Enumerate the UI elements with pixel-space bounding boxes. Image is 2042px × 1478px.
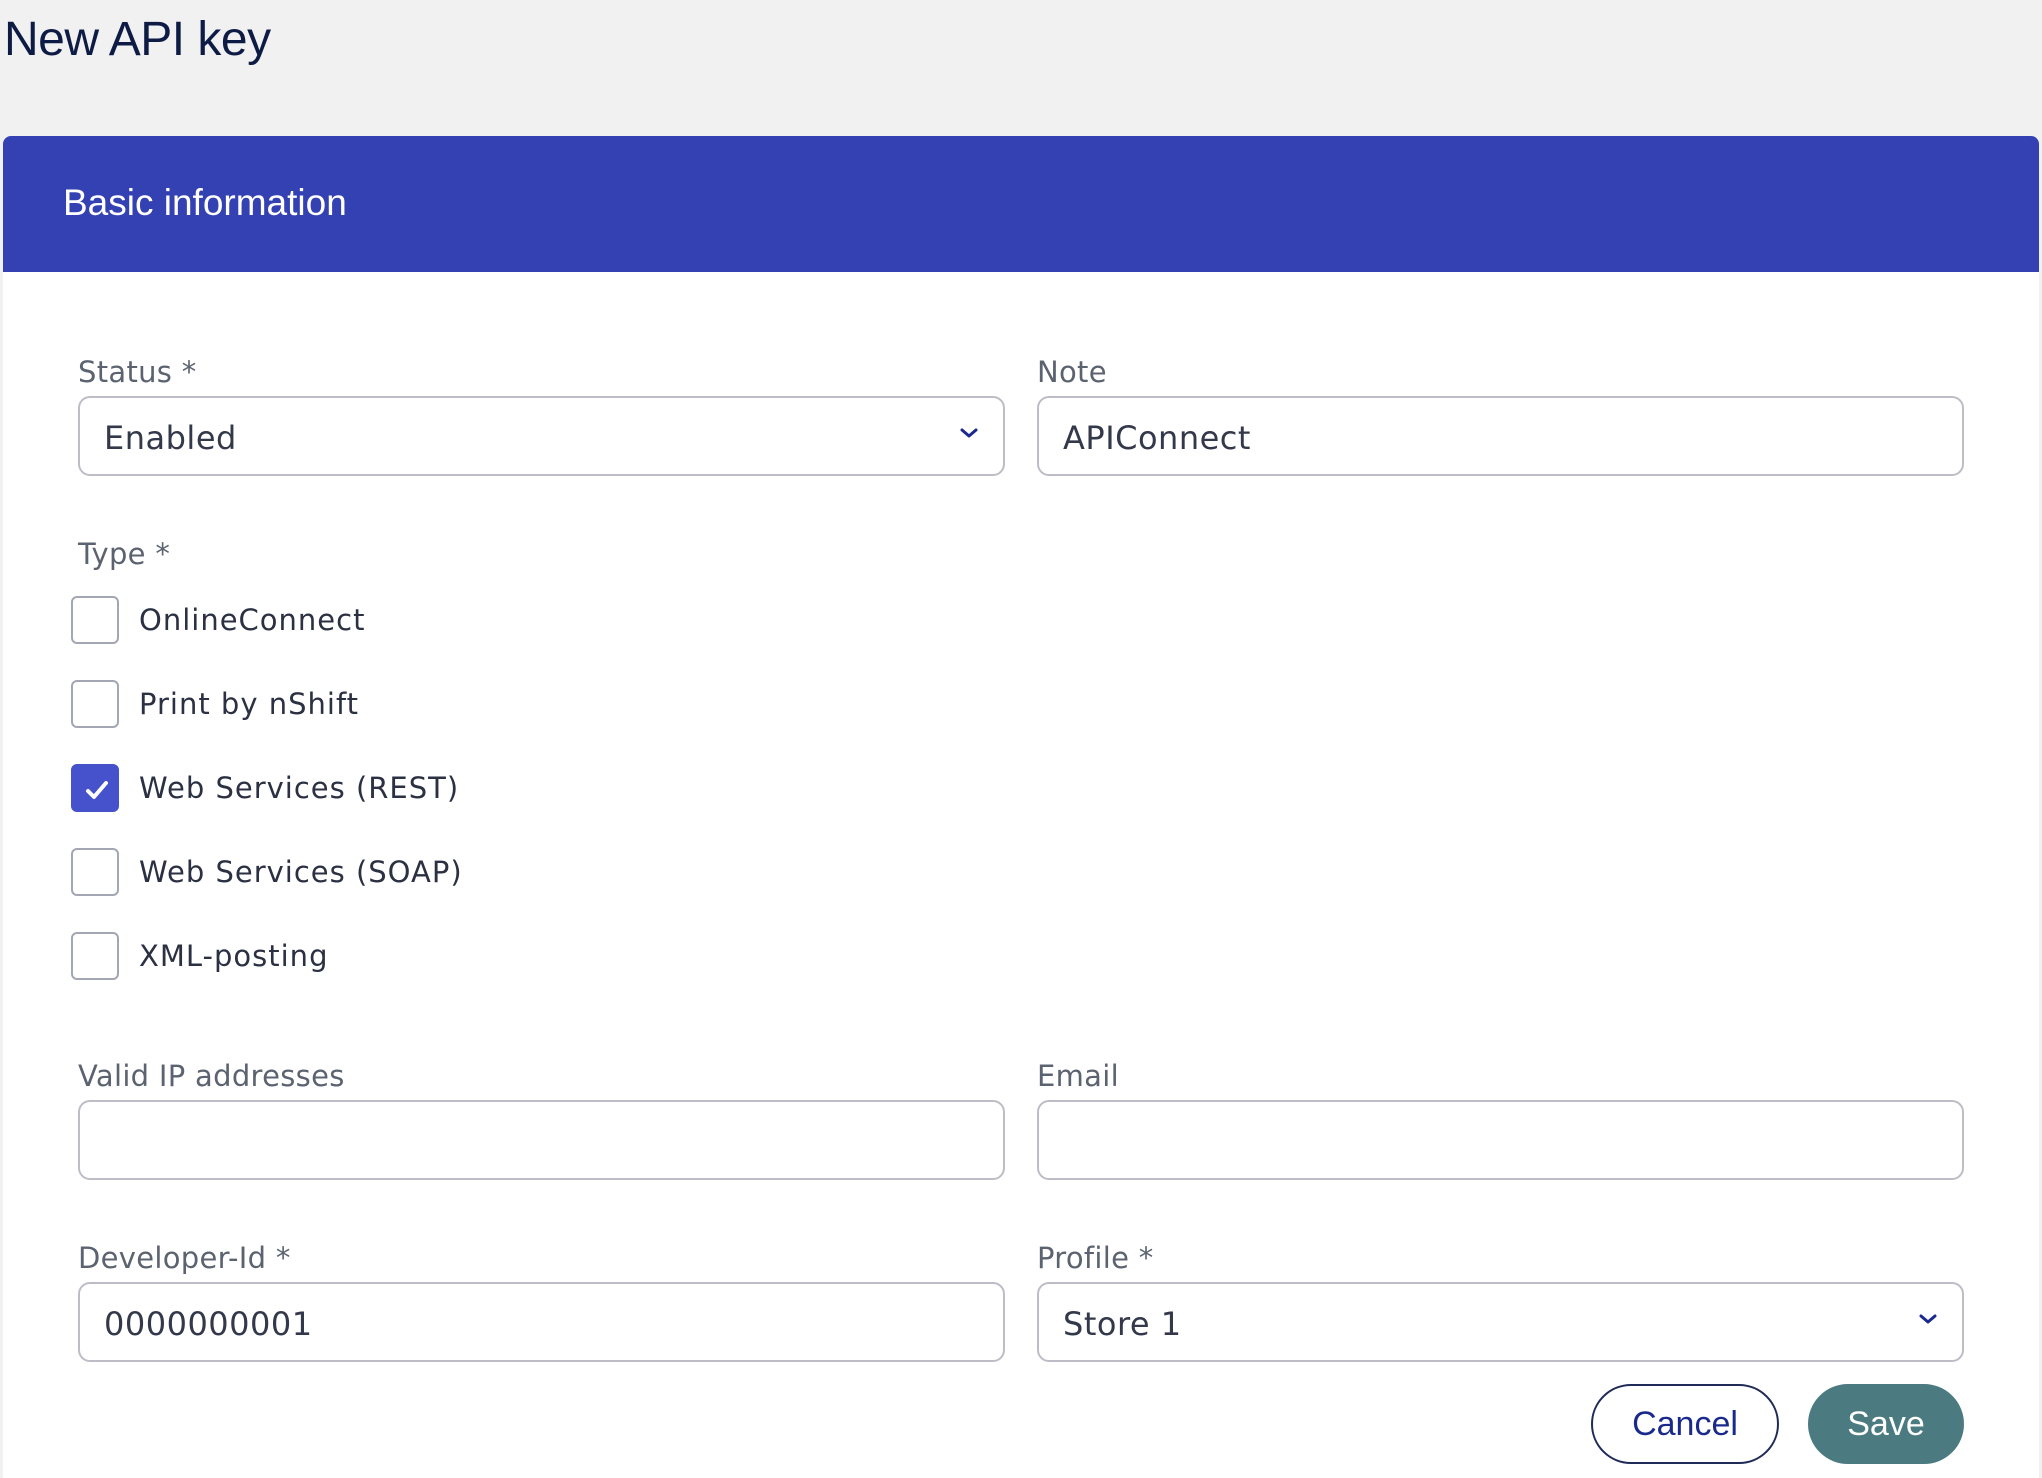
developer-id-label: Developer-Id * <box>78 1241 291 1275</box>
valid-ip-input[interactable] <box>78 1100 1005 1180</box>
checkbox-label: Web Services (SOAP) <box>139 855 463 889</box>
checkbox-label: Web Services (REST) <box>139 771 460 805</box>
chevron-down-icon <box>959 426 978 440</box>
cancel-button[interactable]: Cancel <box>1591 1384 1779 1464</box>
email-input[interactable] <box>1037 1100 1964 1180</box>
type-label: Type * <box>78 537 171 571</box>
valid-ip-label: Valid IP addresses <box>78 1059 345 1093</box>
type-option-web-services-rest[interactable]: Web Services (REST) <box>71 764 771 812</box>
email-label: Email <box>1037 1059 1119 1093</box>
section-title: Basic information <box>63 182 347 223</box>
note-label: Note <box>1037 355 1107 389</box>
checkbox-label: Print by nShift <box>139 687 360 721</box>
chevron-down-icon <box>1918 1312 1937 1326</box>
type-option-onlineconnect[interactable]: OnlineConnect <box>71 596 771 644</box>
checkbox-checked[interactable] <box>71 764 119 812</box>
note-value: APIConnect <box>1063 419 1251 457</box>
status-label: Status * <box>78 355 197 389</box>
profile-select[interactable]: Store 1 <box>1037 1282 1964 1362</box>
status-select[interactable]: Enabled <box>78 396 1005 476</box>
status-value: Enabled <box>104 419 237 457</box>
save-button[interactable]: Save <box>1808 1384 1964 1464</box>
checkbox-label: XML-posting <box>139 939 329 973</box>
developer-id-value: 0000000001 <box>104 1305 313 1343</box>
checkbox[interactable] <box>71 680 119 728</box>
profile-value: Store 1 <box>1063 1305 1182 1343</box>
checkmark-icon <box>86 781 108 799</box>
checkbox[interactable] <box>71 596 119 644</box>
checkbox[interactable] <box>71 932 119 980</box>
page-title: New API key <box>4 13 271 66</box>
checkbox[interactable] <box>71 848 119 896</box>
type-option-print-by-nshift[interactable]: Print by nShift <box>71 680 771 728</box>
developer-id-input[interactable]: 0000000001 <box>78 1282 1005 1362</box>
type-option-xml-posting[interactable]: XML-posting <box>71 932 771 980</box>
card-header: Basic information <box>3 136 2039 272</box>
checkbox-label: OnlineConnect <box>139 603 366 637</box>
type-option-web-services-soap[interactable]: Web Services (SOAP) <box>71 848 771 896</box>
note-input[interactable]: APIConnect <box>1037 396 1964 476</box>
profile-label: Profile * <box>1037 1241 1154 1275</box>
